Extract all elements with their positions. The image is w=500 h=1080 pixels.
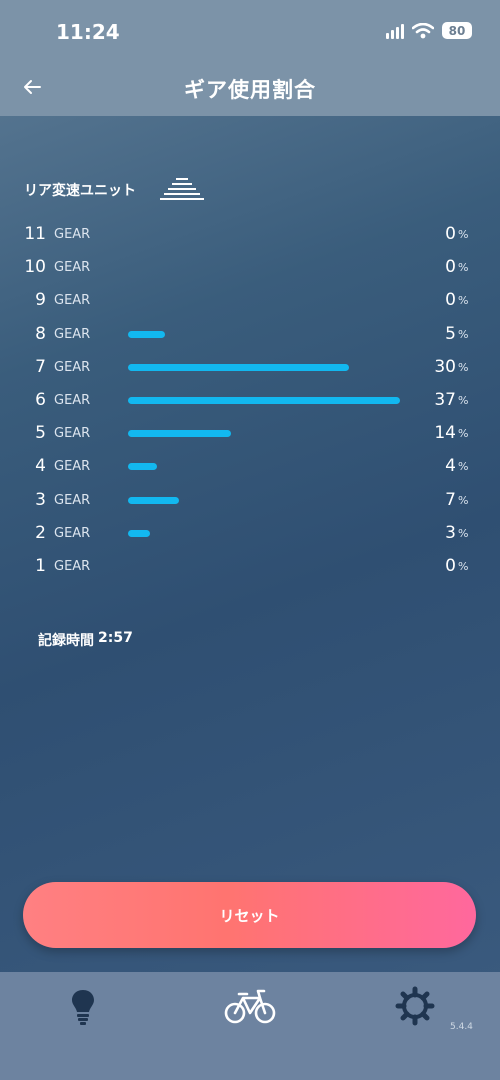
- gear-usage-bar: [128, 330, 165, 338]
- gear-number: 2: [35, 522, 46, 543]
- status-icons: 80: [386, 22, 472, 39]
- gear-number: 7: [35, 356, 46, 377]
- gear-row: 5 GEAR 14%: [0, 417, 500, 450]
- percent-sign: %: [458, 294, 469, 308]
- gear-usage-bar: [128, 397, 400, 404]
- percent-sign: %: [458, 427, 469, 441]
- gear-usage-bar: [128, 463, 157, 471]
- app-version: 5.4.4: [450, 1022, 473, 1032]
- percent-sign: %: [458, 394, 469, 407]
- percent-sign: %: [458, 526, 469, 540]
- rear-cassette-icon: [160, 178, 204, 200]
- gear-label: GEAR: [54, 326, 91, 342]
- gear-number: 6: [35, 390, 46, 410]
- percent-sign: %: [458, 560, 469, 573]
- percent-sign: %: [458, 327, 469, 341]
- bottom-tab-bar: 5.4.4: [0, 972, 500, 1080]
- status-time: 11:24: [56, 20, 120, 44]
- gear-number: 10: [24, 257, 46, 278]
- record-time-value: 2:57: [98, 630, 133, 646]
- status-bar: 11:24 80: [0, 0, 500, 60]
- battery-indicator: 80: [442, 22, 472, 39]
- gear-row: 7 GEAR 30%: [0, 351, 500, 384]
- gear-percent-value: 14: [434, 423, 456, 444]
- gear-row: 11 GEAR 0%: [0, 218, 500, 251]
- signal-icon: [386, 23, 404, 39]
- gear-number: 1: [35, 556, 46, 576]
- bulb-icon[interactable]: [66, 986, 100, 1026]
- gear-percent-value: 4: [445, 456, 456, 477]
- settings-gear-icon[interactable]: [395, 986, 435, 1026]
- gear-label: GEAR: [54, 559, 91, 574]
- gear-label: GEAR: [54, 525, 91, 541]
- gear-number: 11: [24, 224, 46, 244]
- percent-sign: %: [458, 228, 469, 241]
- gear-usage-bar: [128, 363, 349, 371]
- gear-percent-value: 5: [445, 323, 456, 344]
- gear-row: 3 GEAR 7%: [0, 484, 500, 517]
- gear-percent-value: 0: [445, 556, 456, 576]
- rear-unit-label: リア変速ユニット: [24, 183, 136, 199]
- wifi-icon: [412, 22, 434, 38]
- gear-row: 4 GEAR 4%: [0, 450, 500, 483]
- gear-row: 6 GEAR 37%: [0, 384, 500, 417]
- gear-label: GEAR: [54, 227, 91, 242]
- gear-label: GEAR: [54, 393, 91, 408]
- gear-label: GEAR: [54, 260, 91, 276]
- gear-label: GEAR: [54, 426, 91, 442]
- gear-row: 2 GEAR 3%: [0, 517, 500, 550]
- record-time: 記録時間 2:57: [38, 630, 133, 650]
- gear-usage-bar: [128, 529, 150, 537]
- gear-number: 4: [35, 456, 46, 477]
- gear-label: GEAR: [54, 359, 91, 375]
- gear-label: GEAR: [54, 492, 91, 508]
- header-bar: ギア使用割合: [0, 60, 500, 116]
- gear-percent-value: 30: [434, 356, 456, 377]
- gear-percent-value: 0: [445, 257, 456, 278]
- gear-number: 9: [35, 290, 46, 311]
- gear-usage-bar: [128, 496, 179, 504]
- percent-sign: %: [458, 493, 469, 507]
- gear-number: 5: [35, 423, 46, 444]
- gear-number: 3: [35, 489, 46, 510]
- reset-button[interactable]: リセット: [23, 882, 476, 948]
- gear-row: 1 GEAR 0%: [0, 550, 500, 583]
- percent-sign: %: [458, 360, 469, 374]
- gear-usage-bar: [128, 430, 231, 438]
- percent-sign: %: [458, 261, 469, 275]
- gear-percent-value: 0: [445, 290, 456, 311]
- gear-row: 9 GEAR 0%: [0, 284, 500, 317]
- gear-label: GEAR: [54, 459, 91, 475]
- gear-percent-value: 0: [445, 224, 456, 244]
- gear-row: 10 GEAR 0%: [0, 251, 500, 284]
- page-title: ギア使用割合: [184, 78, 316, 102]
- gear-percent-value: 3: [445, 522, 456, 543]
- gear-percent-value: 7: [445, 489, 456, 510]
- gear-percent-value: 37: [434, 390, 456, 410]
- bicycle-icon[interactable]: [224, 986, 276, 1026]
- gear-row: 8 GEAR 5%: [0, 318, 500, 351]
- percent-sign: %: [458, 460, 469, 474]
- gear-number: 8: [35, 323, 46, 344]
- gear-label: GEAR: [54, 293, 91, 309]
- record-time-label: 記録時間: [38, 633, 94, 649]
